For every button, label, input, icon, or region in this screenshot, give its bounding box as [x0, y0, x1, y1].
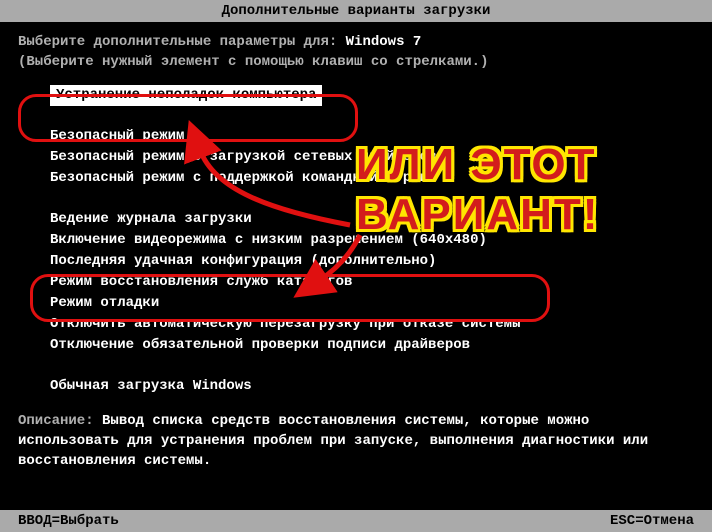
title-text: Дополнительные варианты загрузки [222, 3, 491, 19]
os-name: Windows 7 [346, 34, 422, 50]
intro-hint: (Выберите нужный элемент с помощью клави… [18, 54, 488, 70]
desc-text: Вывод списка средств восстановления сист… [18, 413, 648, 470]
footer: ВВОД=Выбрать ESC=Отмена [0, 510, 712, 532]
annotation-highlight-repair [18, 94, 358, 142]
desc-label: Описание: [18, 413, 102, 429]
content: Выберите дополнительные параметры для: W… [0, 22, 712, 471]
description: Описание: Вывод списка средств восстанов… [18, 411, 694, 472]
intro: Выберите дополнительные параметры для: W… [18, 32, 694, 73]
menu-item-bootlog[interactable]: Ведение журнала загрузки [50, 209, 252, 230]
footer-esc: ESC=Отмена [610, 513, 694, 529]
footer-enter: ВВОД=Выбрать [18, 513, 119, 529]
menu-item-lkgc[interactable]: Последняя удачная конфигурация (дополнит… [50, 251, 436, 272]
annotation-highlight-lkgc [30, 274, 550, 322]
annotation-text: ИЛИ ЭТОТ ВАРИАНТ! [356, 140, 599, 240]
intro-prefix: Выберите дополнительные параметры для: [18, 34, 346, 50]
title-bar: Дополнительные варианты загрузки [0, 0, 712, 22]
menu-item-normal[interactable]: Обычная загрузка Windows [50, 376, 252, 397]
menu-item-nosign[interactable]: Отключение обязательной проверки подписи… [50, 335, 470, 356]
